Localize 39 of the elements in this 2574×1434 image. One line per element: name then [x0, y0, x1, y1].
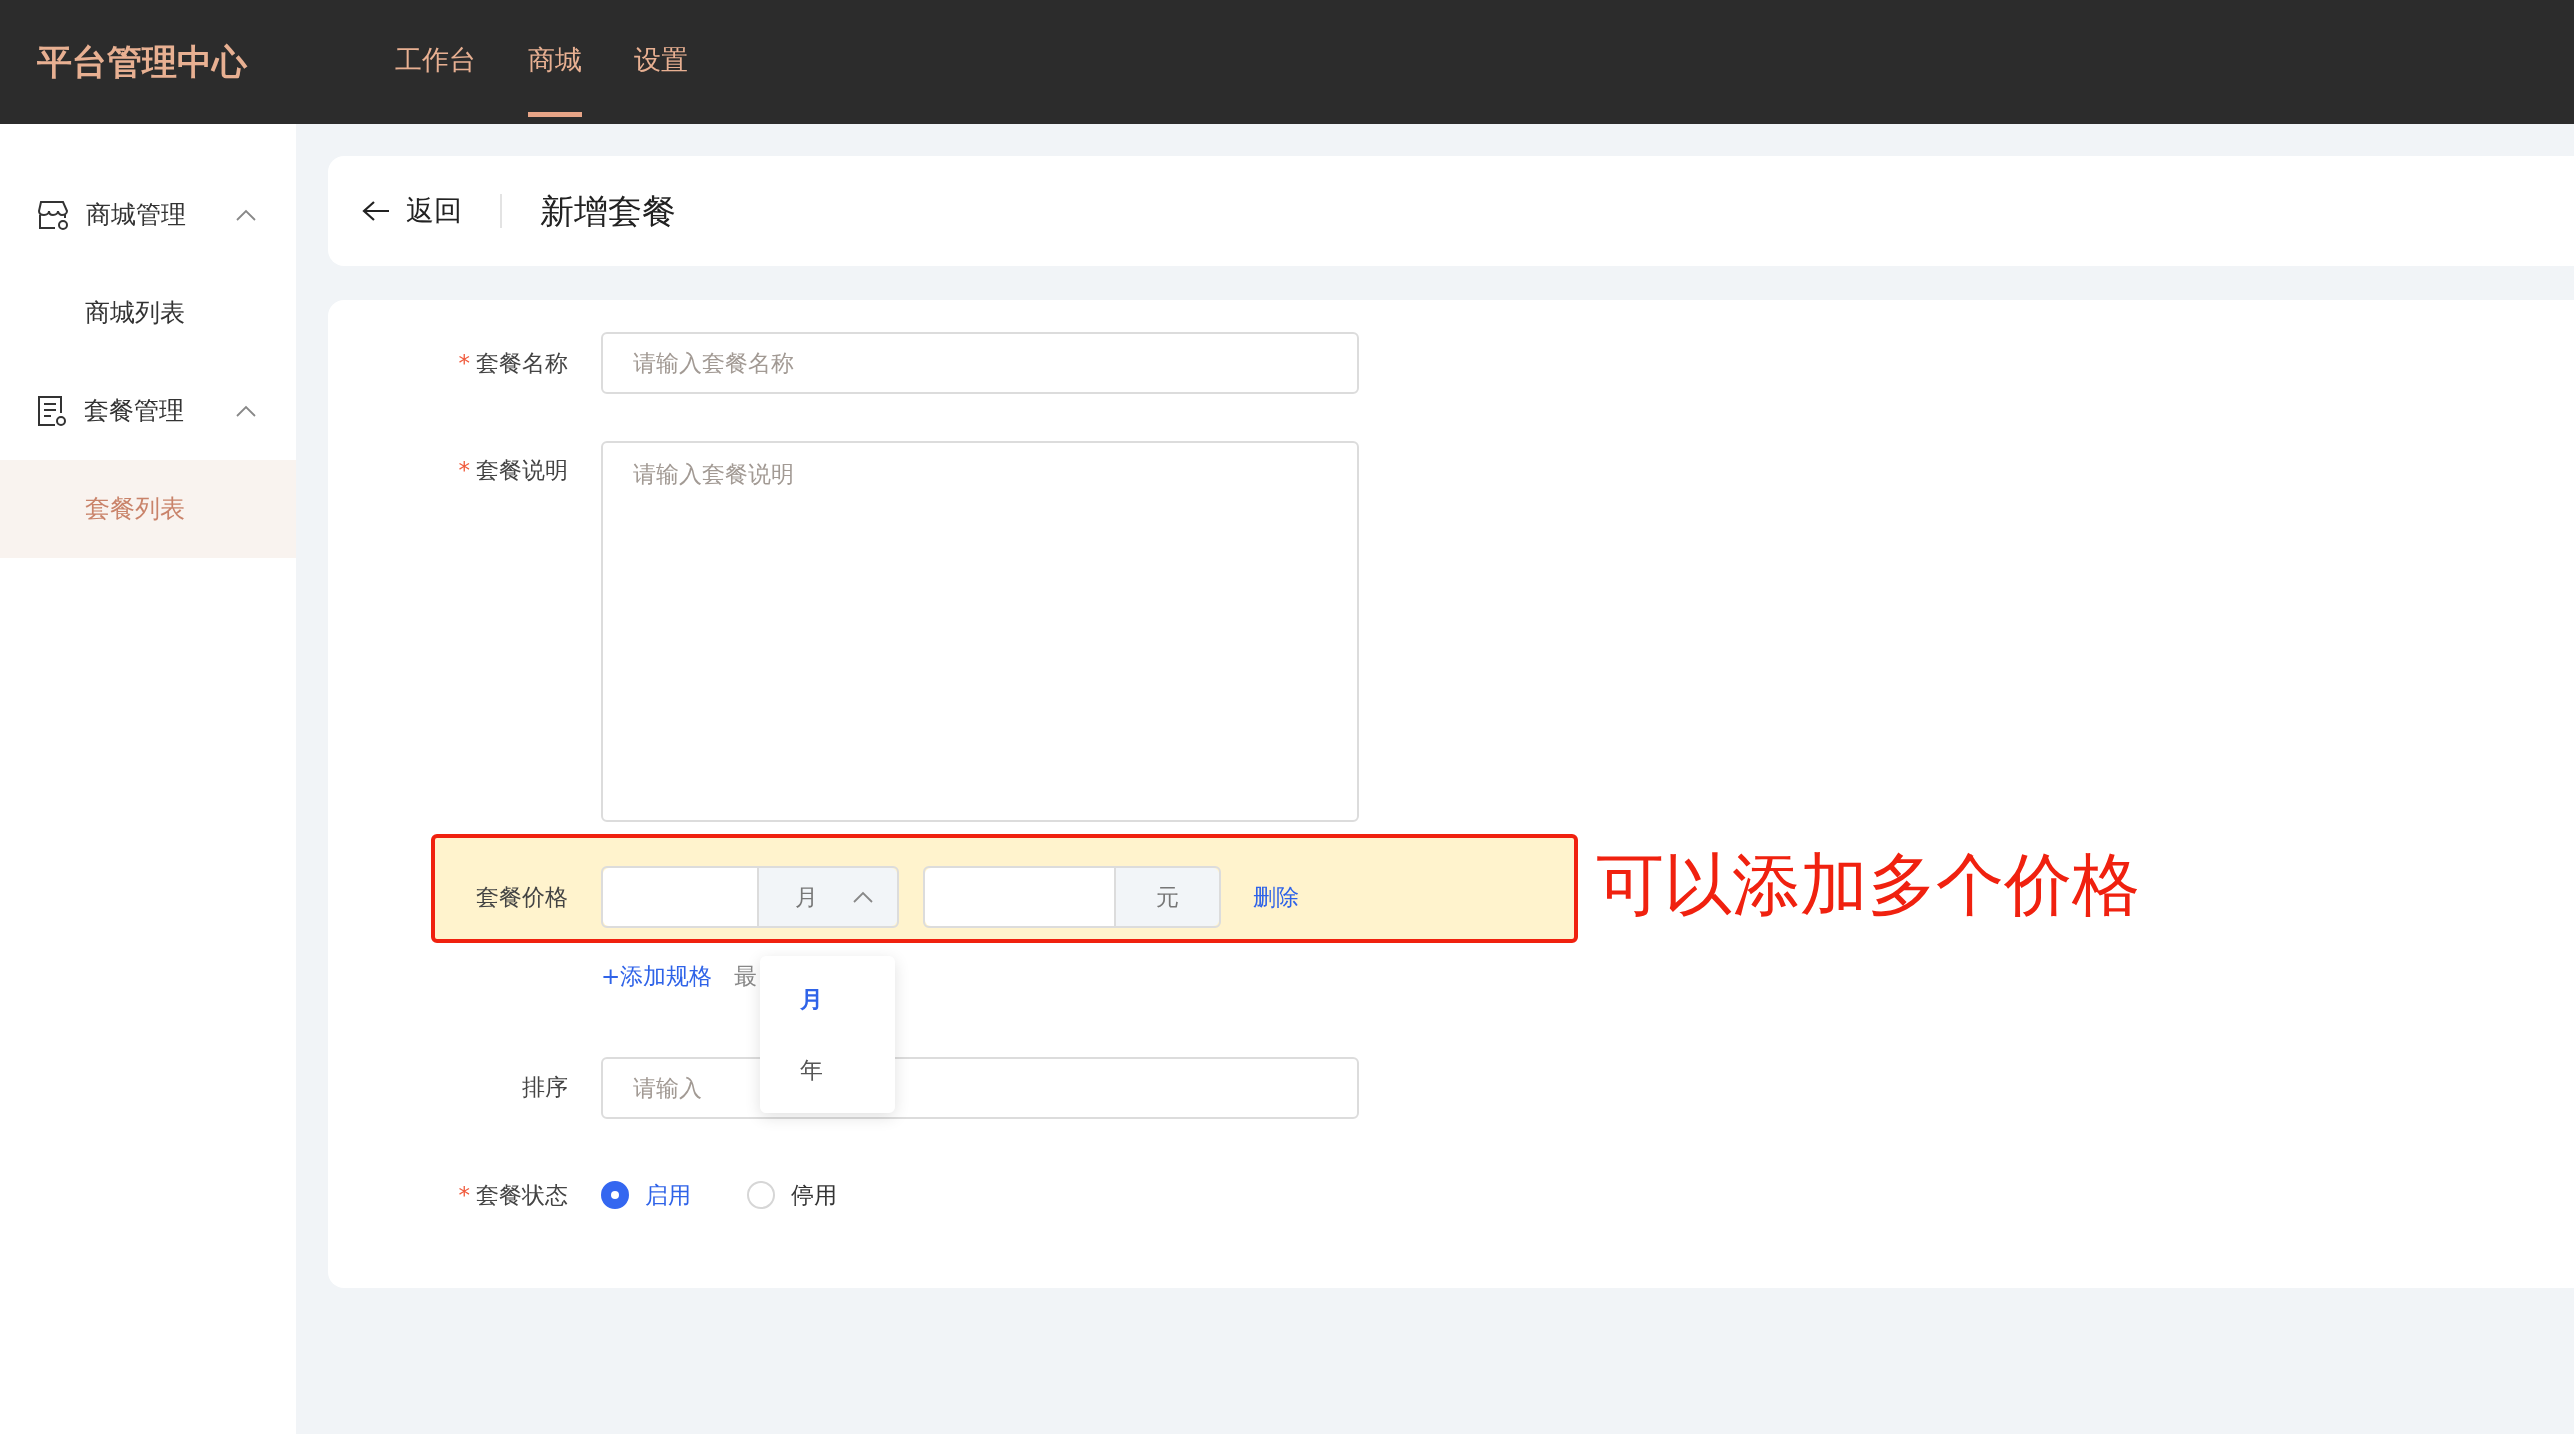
- sidebar-item[interactable]: 商城列表: [0, 264, 296, 362]
- nav-tab[interactable]: 设置: [634, 43, 688, 117]
- field-label: 套餐说明: [476, 457, 568, 483]
- delete-link[interactable]: 删除: [1253, 879, 1299, 915]
- dropdown-option[interactable]: 月: [760, 964, 895, 1035]
- radio-button[interactable]: [601, 1180, 629, 1209]
- required-mark: *: [458, 349, 470, 376]
- add-spec-link[interactable]: +添加规格: [601, 959, 713, 994]
- required-mark: *: [458, 1181, 470, 1208]
- document-gear-icon: [36, 394, 68, 428]
- back-button[interactable]: 返回: [362, 190, 462, 232]
- field-label: 套餐名称: [476, 349, 568, 376]
- amount-input[interactable]: [925, 868, 1114, 926]
- required-mark: *: [458, 457, 470, 483]
- field-label: 套餐价格: [476, 883, 568, 910]
- chevron-up-icon: [236, 209, 256, 221]
- chevron-up-icon: [236, 405, 256, 417]
- text-input-field[interactable]: 请输入套餐名称: [601, 332, 1359, 394]
- radio-label: 启用: [645, 1180, 691, 1210]
- app-logo-text: 平台管理中心: [37, 40, 249, 84]
- nav-tab[interactable]: 商城: [528, 43, 582, 117]
- annotation-text: 可以添加多个价格: [1596, 843, 2140, 926]
- sidebar-group[interactable]: 套餐管理: [0, 362, 296, 460]
- radio-label: 停用: [791, 1180, 837, 1210]
- field-label: 排序: [522, 1074, 568, 1101]
- chevron-up-icon: [853, 891, 873, 903]
- currency-addon: 元: [1114, 868, 1219, 926]
- hint-text: 最: [734, 962, 758, 991]
- page-title: 新增套餐: [540, 189, 676, 233]
- price-input[interactable]: [603, 868, 757, 926]
- nav-tab[interactable]: 工作台: [395, 43, 476, 117]
- store-gear-icon: [36, 199, 70, 231]
- sidebar-group-label: 套餐管理: [84, 395, 184, 428]
- back-arrow-icon: [362, 200, 390, 222]
- dropdown-option[interactable]: 年: [760, 1034, 895, 1105]
- textarea-field[interactable]: 请输入套餐说明: [601, 441, 1359, 822]
- field-label: 套餐状态: [476, 1181, 568, 1208]
- sidebar-group[interactable]: 商城管理: [0, 166, 296, 264]
- sidebar-group-label: 商城管理: [86, 199, 186, 232]
